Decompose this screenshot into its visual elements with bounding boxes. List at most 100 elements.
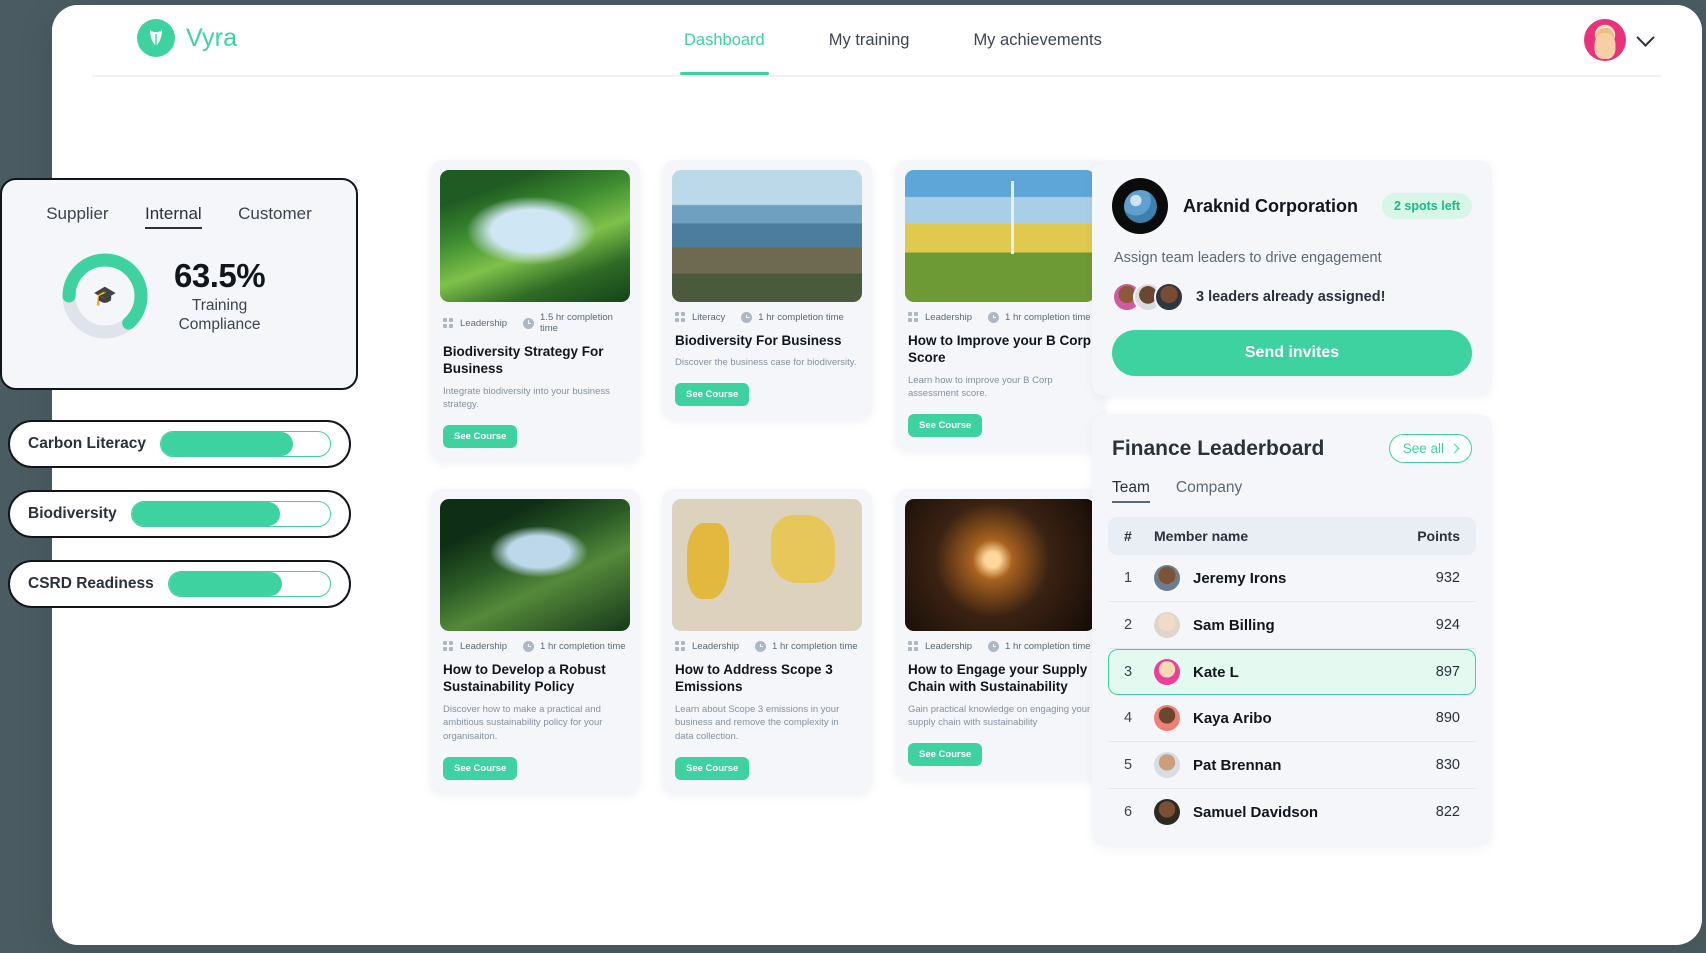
row-points: 830 bbox=[1435, 757, 1460, 773]
leaderboard-title: Finance Leaderboard bbox=[1112, 436, 1325, 460]
course-duration: 1 hr completion time bbox=[741, 312, 844, 323]
training-compliance-card: Supplier Internal Customer 🎓 63.5% Train… bbox=[0, 178, 358, 390]
table-row[interactable]: 4 Kaya Aribo 890 bbox=[1108, 695, 1476, 742]
top-navigation-bar: Vyra Dashboard My training My achievemen… bbox=[52, 5, 1702, 75]
table-row[interactable]: 6 Samuel Davidson 822 bbox=[1108, 789, 1476, 835]
course-description: Integrate biodiversity into your busines… bbox=[443, 385, 610, 411]
leaf-icon bbox=[137, 19, 175, 57]
tab-customer[interactable]: Customer bbox=[238, 204, 312, 229]
course-meta: Leadership 1 hr completion time bbox=[908, 312, 1095, 323]
course-description: Learn how to improve your B Corp assessm… bbox=[908, 374, 1053, 400]
see-course-button[interactable]: See Course bbox=[908, 743, 983, 767]
course-description: Discover the business case for biodivers… bbox=[675, 357, 857, 369]
course-duration-label: 1 hr completion time bbox=[772, 641, 858, 652]
course-duration-label: 1 hr completion time bbox=[758, 312, 844, 323]
course-card[interactable]: Leadership 1 hr completion time How to D… bbox=[430, 489, 640, 794]
course-category-label: Leadership bbox=[460, 317, 508, 329]
course-image bbox=[905, 499, 1095, 631]
table-row[interactable]: 2 Sam Billing 924 bbox=[1108, 602, 1476, 649]
course-card[interactable]: Leadership 1 hr completion time How to I… bbox=[895, 160, 1105, 452]
row-points: 897 bbox=[1435, 664, 1460, 680]
spots-left-badge: 2 spots left bbox=[1382, 193, 1472, 219]
grid-dots-icon bbox=[443, 641, 454, 652]
course-title: How to Develop a Robust Sustainability P… bbox=[443, 662, 606, 695]
table-row-highlighted[interactable]: 3 Kate L 897 bbox=[1108, 649, 1476, 695]
see-course-button[interactable]: See Course bbox=[675, 756, 750, 780]
tab-internal[interactable]: Internal bbox=[144, 204, 202, 229]
see-all-button[interactable]: See all bbox=[1388, 434, 1472, 463]
topic-label: Carbon Literacy bbox=[28, 435, 147, 452]
row-member-name: Samuel Davidson bbox=[1193, 803, 1319, 821]
topic-progress-csrd-readiness[interactable]: CSRD Readiness bbox=[8, 560, 351, 608]
course-duration: 1 hr completion time bbox=[755, 641, 858, 652]
tab-supplier[interactable]: Supplier bbox=[46, 204, 108, 229]
audience-tabs: Supplier Internal Customer bbox=[2, 180, 356, 229]
row-name-cell: Pat Brennan bbox=[1154, 752, 1404, 778]
clock-icon bbox=[523, 317, 535, 329]
course-title: Biodiversity Strategy For Business bbox=[443, 344, 604, 377]
topic-progress-biodiversity[interactable]: Biodiversity bbox=[8, 490, 351, 538]
topic-label: CSRD Readiness bbox=[28, 575, 154, 592]
see-course-button[interactable]: See Course bbox=[908, 414, 983, 438]
course-card[interactable]: Leadership 1 hr completion time How to A… bbox=[662, 489, 872, 794]
column-header-name: Member name bbox=[1154, 528, 1249, 544]
nav-item-my-achievements[interactable]: My achievements bbox=[941, 5, 1133, 75]
compliance-stat: 63.5% Training Compliance bbox=[174, 257, 266, 335]
course-title: How to Improve your B Corp Score bbox=[908, 333, 1092, 366]
right-sidebar: Araknid Corporation 2 spots left Assign … bbox=[1092, 160, 1492, 847]
row-member-name: Kate L bbox=[1193, 663, 1239, 681]
compliance-caption-line1: Training bbox=[191, 297, 248, 315]
compliance-donut-chart: 🎓 bbox=[60, 251, 150, 341]
grid-dots-icon bbox=[675, 312, 686, 323]
leaders-assigned-label: 3 leaders already assigned! bbox=[1196, 289, 1386, 305]
column-header-points: Points bbox=[1417, 528, 1460, 544]
profile-menu[interactable] bbox=[1584, 19, 1655, 61]
nav-divider bbox=[92, 75, 1662, 77]
course-card[interactable]: Leadership 1.5 hr completion time Biodiv… bbox=[430, 160, 640, 463]
chevron-right-icon bbox=[1449, 443, 1460, 454]
course-image bbox=[440, 170, 630, 302]
clock-icon bbox=[988, 312, 1000, 323]
course-description: Learn about Scope 3 emissions in your bu… bbox=[675, 703, 840, 743]
nav-item-my-training[interactable]: My training bbox=[797, 5, 942, 75]
see-course-button[interactable]: See Course bbox=[443, 756, 518, 780]
see-course-button[interactable]: See Course bbox=[675, 383, 750, 407]
course-card[interactable]: Leadership 1 hr completion time How to E… bbox=[895, 489, 1105, 781]
course-category: Leadership bbox=[443, 641, 507, 652]
row-name-cell: Samuel Davidson bbox=[1154, 799, 1404, 825]
assigned-leaders: 3 leaders already assigned! bbox=[1112, 282, 1472, 312]
main-nav: Dashboard My training My achievements bbox=[652, 5, 1134, 75]
nav-item-dashboard[interactable]: Dashboard bbox=[652, 5, 797, 75]
course-duration-label: 1.5 hr completion time bbox=[540, 312, 613, 334]
course-category: Leadership bbox=[908, 312, 972, 323]
tab-company[interactable]: Company bbox=[1176, 479, 1242, 503]
row-member-name: Kaya Aribo bbox=[1193, 709, 1272, 727]
see-course-button[interactable]: See Course bbox=[443, 425, 518, 449]
tab-team[interactable]: Team bbox=[1112, 479, 1150, 503]
team-subtitle: Assign team leaders to drive engagement bbox=[1114, 250, 1382, 266]
brand-name: Vyra bbox=[186, 23, 238, 52]
compliance-percent: 63.5% bbox=[174, 257, 266, 295]
team-header: Araknid Corporation 2 spots left bbox=[1112, 178, 1472, 234]
brand-logo-group[interactable]: Vyra bbox=[137, 19, 237, 57]
course-category-label: Literacy bbox=[692, 312, 726, 323]
course-category: Leadership bbox=[908, 641, 972, 652]
row-name-cell: Kate L bbox=[1154, 659, 1404, 685]
course-card[interactable]: Literacy 1 hr completion time Biodiversi… bbox=[662, 160, 872, 421]
course-description: Discover how to make a practical and amb… bbox=[443, 703, 603, 743]
row-points: 890 bbox=[1435, 710, 1460, 726]
avatar bbox=[1154, 799, 1180, 825]
chevron-down-icon[interactable] bbox=[1636, 27, 1655, 47]
send-invites-button[interactable]: Send invites bbox=[1112, 330, 1472, 376]
row-member-name: Sam Billing bbox=[1193, 616, 1275, 634]
grid-dots-icon bbox=[443, 317, 454, 329]
progress-fill bbox=[161, 432, 293, 456]
row-points: 822 bbox=[1435, 804, 1460, 820]
table-row[interactable]: 5 Pat Brennan 830 bbox=[1108, 742, 1476, 789]
avatar[interactable] bbox=[1584, 19, 1626, 61]
topic-progress-carbon-literacy[interactable]: Carbon Literacy bbox=[8, 420, 351, 468]
team-invite-card: Araknid Corporation 2 spots left Assign … bbox=[1092, 160, 1492, 396]
course-image bbox=[905, 170, 1095, 302]
table-row[interactable]: 1 Jeremy Irons 932 bbox=[1108, 555, 1476, 602]
avatar bbox=[1154, 565, 1180, 591]
